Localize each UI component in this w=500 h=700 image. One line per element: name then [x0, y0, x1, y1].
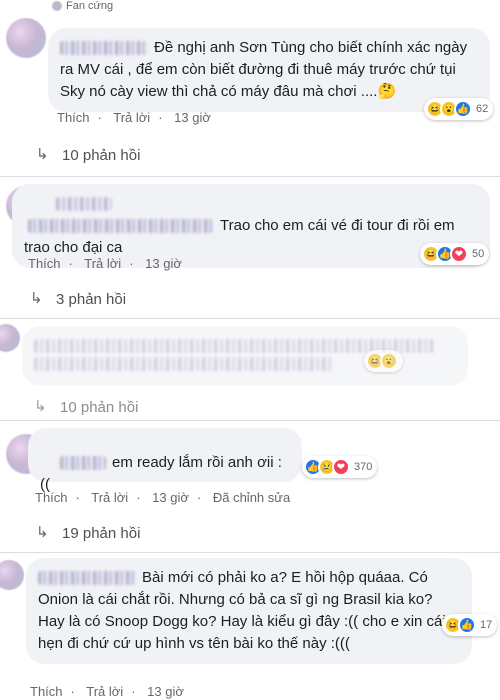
comment-thread: Fan cứng Đề nghị anh Sơn Tùng cho biết c…	[0, 0, 500, 700]
view-replies-link[interactable]: ↳ 19 phản hồi	[36, 524, 140, 542]
love-icon: ❤	[450, 245, 468, 263]
reaction-summary[interactable]: 😆 😮 👍 62	[424, 98, 494, 120]
like-link[interactable]: Thích	[57, 110, 90, 125]
divider	[0, 552, 500, 553]
reply-link[interactable]: Trả lời	[84, 256, 121, 271]
divider	[0, 318, 500, 319]
reply-link[interactable]: Trả lời	[91, 490, 128, 505]
author-badge	[56, 197, 112, 211]
comment-actions: Thích · Trả lời · 13 giờ	[57, 110, 211, 125]
edited-label: Đã chỉnh sửa	[212, 490, 291, 505]
author-name[interactable]	[60, 456, 106, 471]
comment-actions: Thích · Trả lời · 13 giờ	[30, 684, 184, 699]
reaction-count: 50	[472, 248, 485, 260]
comment-time[interactable]: 13 giờ	[174, 110, 211, 125]
like-link[interactable]: Thích	[30, 684, 63, 699]
comment-bubble: Bài mới có phải ko a? E hồi hộp quáaa. C…	[26, 558, 472, 664]
reply-link[interactable]: Trả lời	[86, 684, 123, 699]
view-replies-link[interactable]: ↳ 3 phản hồi	[30, 290, 126, 308]
avatar[interactable]	[0, 560, 24, 590]
comment-time[interactable]: 13 giờ	[145, 256, 182, 271]
like-link[interactable]: Thích	[35, 490, 68, 505]
reply-arrow-icon: ↳	[34, 398, 47, 415]
comment-bubble: Đề nghị anh Sơn Tùng cho biết chính xác …	[48, 28, 490, 112]
divider	[0, 176, 500, 177]
like-link[interactable]: Thích	[28, 256, 61, 271]
reaction-count: 370	[354, 461, 373, 473]
reply-arrow-icon: ↳	[36, 524, 49, 541]
reply-arrow-icon: ↳	[36, 146, 49, 163]
like-icon: 👍	[458, 616, 476, 634]
reply-arrow-icon: ↳	[30, 290, 43, 307]
avatar[interactable]	[6, 18, 46, 58]
reply-link[interactable]: Trả lời	[113, 110, 150, 125]
comment-bubble: em ready lắm rồi anh ơii :((	[28, 428, 302, 493]
comment-actions: Thích · Trả lời · 13 giờ	[28, 256, 182, 271]
like-icon: 👍	[454, 100, 472, 118]
comment-actions: Thích · Trả lời · 13 giờ · Đã chỉnh sửa	[35, 490, 291, 505]
reaction-summary[interactable]: 😆 👍 17	[442, 614, 498, 636]
badge-icon	[52, 1, 62, 12]
wow-icon: 😮	[380, 352, 398, 370]
love-icon: ❤	[332, 458, 350, 476]
reaction-count: 17	[480, 619, 493, 631]
avatar[interactable]	[0, 324, 20, 352]
reaction-summary[interactable]: 😆 👍 ❤ 50	[420, 243, 490, 265]
reaction-summary[interactable]: 👍 😢 ❤ 370	[302, 456, 378, 478]
divider	[0, 420, 500, 421]
view-replies-link[interactable]: ↳ 10 phản hồi	[34, 398, 138, 416]
reaction-count: 62	[476, 103, 489, 115]
comment-time[interactable]: 13 giờ	[152, 490, 189, 505]
author-name[interactable]	[60, 41, 148, 56]
blurred-text	[34, 357, 334, 371]
author-name[interactable]	[38, 571, 136, 586]
view-replies-link[interactable]: ↳ 10 phản hồi	[36, 146, 140, 164]
fan-badge: Fan cứng	[52, 0, 113, 12]
author-name[interactable]	[28, 219, 214, 234]
reaction-summary[interactable]: 😆 😮	[364, 350, 403, 372]
comment-time[interactable]: 13 giờ	[147, 684, 184, 699]
